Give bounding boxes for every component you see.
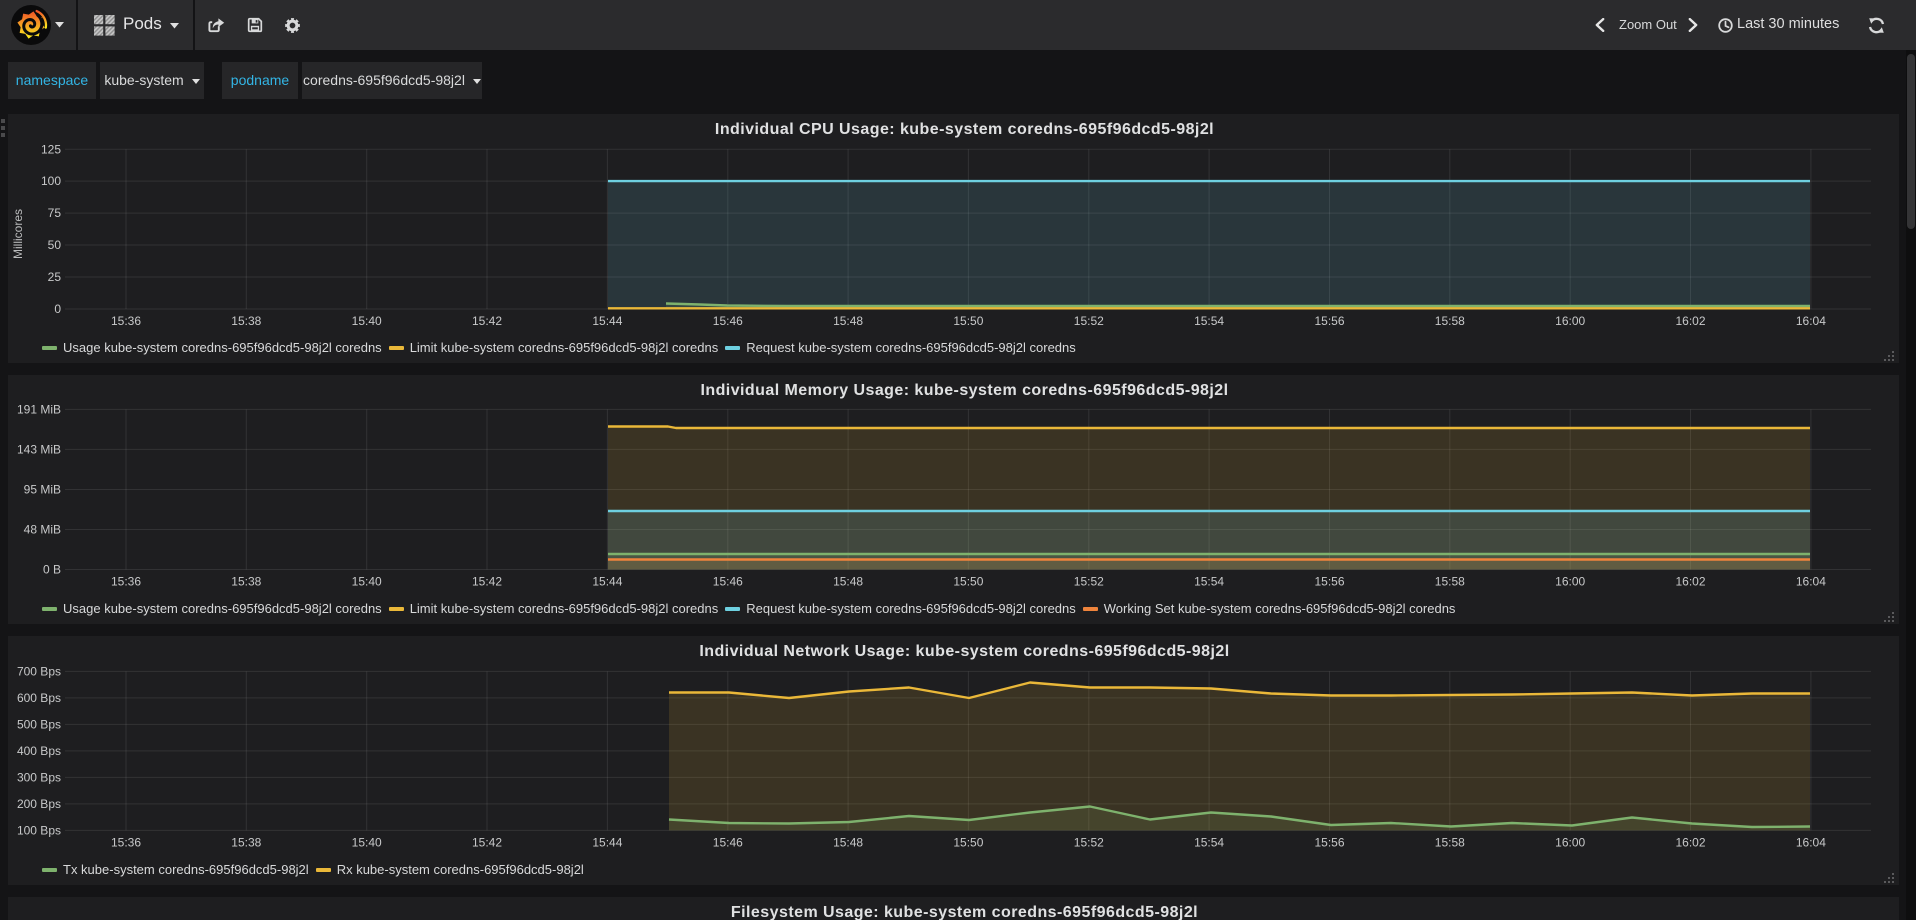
svg-text:16:02: 16:02	[1675, 575, 1705, 589]
svg-text:16:02: 16:02	[1675, 835, 1705, 849]
svg-text:400 Bps: 400 Bps	[17, 744, 61, 758]
svg-text:75: 75	[48, 206, 62, 220]
svg-text:143 MiB: 143 MiB	[17, 442, 61, 456]
svg-text:100 Bps: 100 Bps	[17, 823, 61, 837]
svg-text:16:02: 16:02	[1675, 314, 1705, 328]
svg-text:15:46: 15:46	[713, 575, 743, 589]
svg-text:500 Bps: 500 Bps	[17, 717, 61, 731]
svg-text:191 MiB: 191 MiB	[17, 402, 61, 416]
svg-text:15:44: 15:44	[592, 575, 622, 589]
svg-text:16:04: 16:04	[1796, 575, 1826, 589]
svg-text:15:48: 15:48	[833, 314, 863, 328]
svg-text:15:50: 15:50	[953, 835, 983, 849]
svg-text:Millicores: Millicores	[11, 209, 25, 259]
svg-text:15:42: 15:42	[472, 835, 502, 849]
svg-text:15:58: 15:58	[1435, 835, 1465, 849]
svg-text:15:54: 15:54	[1194, 314, 1224, 328]
svg-text:15:46: 15:46	[713, 314, 743, 328]
svg-text:15:42: 15:42	[472, 314, 502, 328]
svg-text:0 B: 0 B	[43, 563, 61, 577]
svg-text:15:52: 15:52	[1074, 575, 1104, 589]
svg-text:125: 125	[41, 142, 61, 156]
svg-text:15:40: 15:40	[352, 575, 382, 589]
svg-text:16:00: 16:00	[1555, 835, 1585, 849]
svg-text:700 Bps: 700 Bps	[17, 664, 61, 678]
svg-text:15:56: 15:56	[1314, 575, 1344, 589]
svg-text:15:42: 15:42	[472, 575, 502, 589]
svg-text:300 Bps: 300 Bps	[17, 770, 61, 784]
svg-text:15:38: 15:38	[231, 314, 261, 328]
svg-text:15:48: 15:48	[833, 835, 863, 849]
svg-text:15:36: 15:36	[111, 575, 141, 589]
svg-text:15:36: 15:36	[111, 314, 141, 328]
svg-text:600 Bps: 600 Bps	[17, 691, 61, 705]
svg-text:16:00: 16:00	[1555, 314, 1585, 328]
svg-text:15:50: 15:50	[953, 575, 983, 589]
svg-text:15:56: 15:56	[1314, 314, 1344, 328]
svg-text:15:44: 15:44	[592, 835, 622, 849]
svg-text:15:54: 15:54	[1194, 575, 1224, 589]
svg-text:15:38: 15:38	[231, 575, 261, 589]
svg-text:50: 50	[48, 238, 62, 252]
svg-text:200 Bps: 200 Bps	[17, 797, 61, 811]
svg-text:25: 25	[48, 270, 62, 284]
svg-text:16:04: 16:04	[1796, 835, 1826, 849]
svg-text:15:36: 15:36	[111, 835, 141, 849]
svg-text:95 MiB: 95 MiB	[24, 483, 61, 497]
svg-text:15:40: 15:40	[352, 314, 382, 328]
svg-text:15:48: 15:48	[833, 575, 863, 589]
svg-text:16:00: 16:00	[1555, 575, 1585, 589]
svg-text:15:54: 15:54	[1194, 835, 1224, 849]
svg-text:15:50: 15:50	[953, 314, 983, 328]
svg-text:15:38: 15:38	[231, 835, 261, 849]
svg-text:15:52: 15:52	[1074, 835, 1104, 849]
svg-text:48 MiB: 48 MiB	[24, 523, 61, 537]
svg-text:15:58: 15:58	[1435, 314, 1465, 328]
svg-text:100: 100	[41, 174, 61, 188]
svg-text:15:56: 15:56	[1314, 835, 1344, 849]
svg-text:15:40: 15:40	[352, 835, 382, 849]
svg-text:15:52: 15:52	[1074, 314, 1104, 328]
svg-text:16:04: 16:04	[1796, 314, 1826, 328]
svg-text:15:58: 15:58	[1435, 575, 1465, 589]
svg-text:15:46: 15:46	[713, 835, 743, 849]
svg-text:15:44: 15:44	[592, 314, 622, 328]
svg-text:0: 0	[54, 302, 61, 316]
